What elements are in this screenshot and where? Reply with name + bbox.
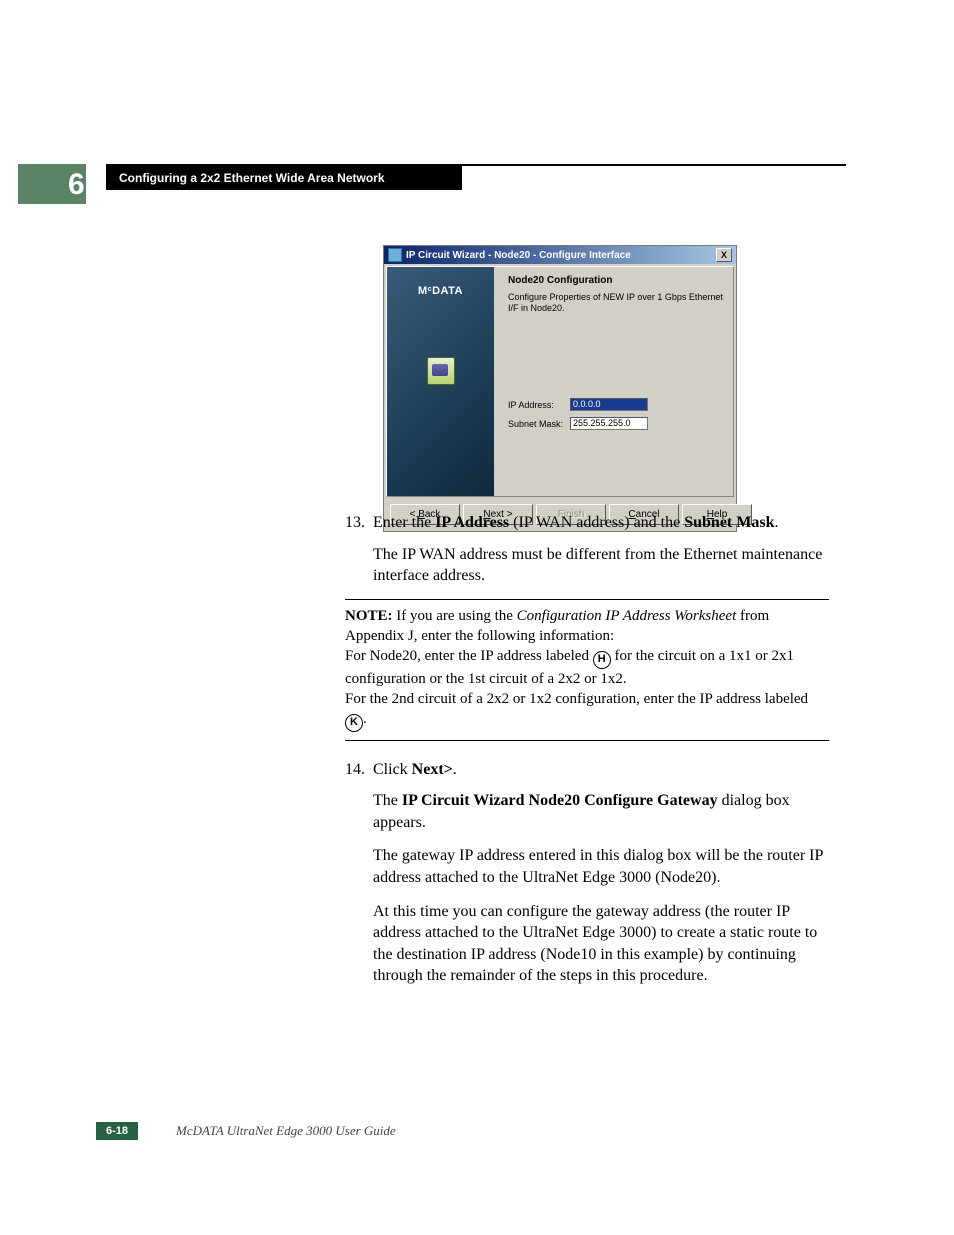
worksheet-italic: Configuration IP Address Worksheet	[517, 608, 737, 624]
dialog-title: IP Circuit Wizard - Node20 - Configure I…	[406, 250, 716, 261]
close-icon[interactable]: X	[716, 248, 732, 262]
subnet-mask-bold: Subnet Mask	[684, 514, 774, 531]
ip-address-bold: IP Address	[435, 514, 509, 531]
note-label: NOTE:	[345, 608, 396, 624]
step-14: 14.Click Next>.	[345, 759, 829, 781]
app-icon	[388, 248, 402, 262]
step-14-p2: The IP Circuit Wizard Node20 Configure G…	[373, 790, 829, 833]
t: For the 2nd circuit of a 2x2 or 1x2 conf…	[345, 691, 808, 707]
step-13: 13.Enter the IP Address (IP WAN address)…	[345, 512, 829, 534]
ip-address-input[interactable]: 0.0.0.0	[570, 398, 648, 411]
t: The	[373, 792, 402, 809]
step-13-para2: The IP WAN address must be different fro…	[373, 544, 829, 587]
t: .	[363, 711, 367, 727]
t: (IP WAN address) and the	[509, 514, 684, 531]
t: .	[774, 514, 778, 531]
step-14-p4: At this time you can configure the gatew…	[373, 901, 829, 987]
chapter-number: 6	[68, 168, 85, 202]
t: Click	[373, 761, 412, 778]
step-num-13: 13.	[345, 512, 373, 534]
config-desc: Configure Properties of NEW IP over 1 Gb…	[508, 292, 723, 315]
t: Enter the	[373, 514, 435, 531]
page-footer: 6-18 McDATA UltraNet Edge 3000 User Guid…	[96, 1122, 396, 1140]
t: .	[453, 761, 457, 778]
subnet-mask-input[interactable]: 255.255.255.0	[570, 417, 648, 430]
subnet-mask-label: Subnet Mask:	[508, 419, 570, 429]
document-body: 13.Enter the IP Address (IP WAN address)…	[345, 512, 829, 999]
step-num-14: 14.	[345, 759, 373, 781]
step-14-p3: The gateway IP address entered in this d…	[373, 845, 829, 888]
wizard-side-panel: McDATA	[387, 267, 494, 496]
brand-logo: McDATA	[387, 285, 494, 297]
note-block: NOTE: If you are using the Configuration…	[345, 599, 829, 741]
dialog-titlebar[interactable]: IP Circuit Wizard - Node20 - Configure I…	[384, 246, 736, 264]
page-number-badge: 6-18	[96, 1122, 138, 1140]
t: For Node20, enter the IP address labeled	[345, 648, 593, 664]
brand-data: DATA	[432, 285, 463, 297]
brand-c: c	[428, 286, 432, 293]
brand-m: M	[418, 285, 428, 297]
circled-k-icon: K	[345, 714, 363, 732]
config-title: Node20 Configuration	[508, 275, 723, 286]
gateway-dialog-bold: IP Circuit Wizard Node20 Configure Gatew…	[402, 792, 718, 809]
ip-circuit-wizard-dialog: IP Circuit Wizard - Node20 - Configure I…	[383, 245, 737, 532]
ip-address-label: IP Address:	[508, 400, 570, 410]
section-header-text: Configuring a 2x2 Ethernet Wide Area Net…	[119, 171, 385, 185]
circled-h-icon: H	[593, 651, 611, 669]
next-bold: Next>	[412, 761, 453, 778]
dialog-main: Node20 Configuration Configure Propertie…	[494, 267, 733, 496]
dialog-body: McDATA Node20 Configuration Configure Pr…	[386, 266, 734, 497]
guide-title: McDATA UltraNet Edge 3000 User Guide	[176, 1123, 396, 1139]
section-header: Configuring a 2x2 Ethernet Wide Area Net…	[106, 166, 462, 190]
t: If you are using the	[396, 608, 516, 624]
wizard-graphic-icon	[427, 357, 455, 385]
